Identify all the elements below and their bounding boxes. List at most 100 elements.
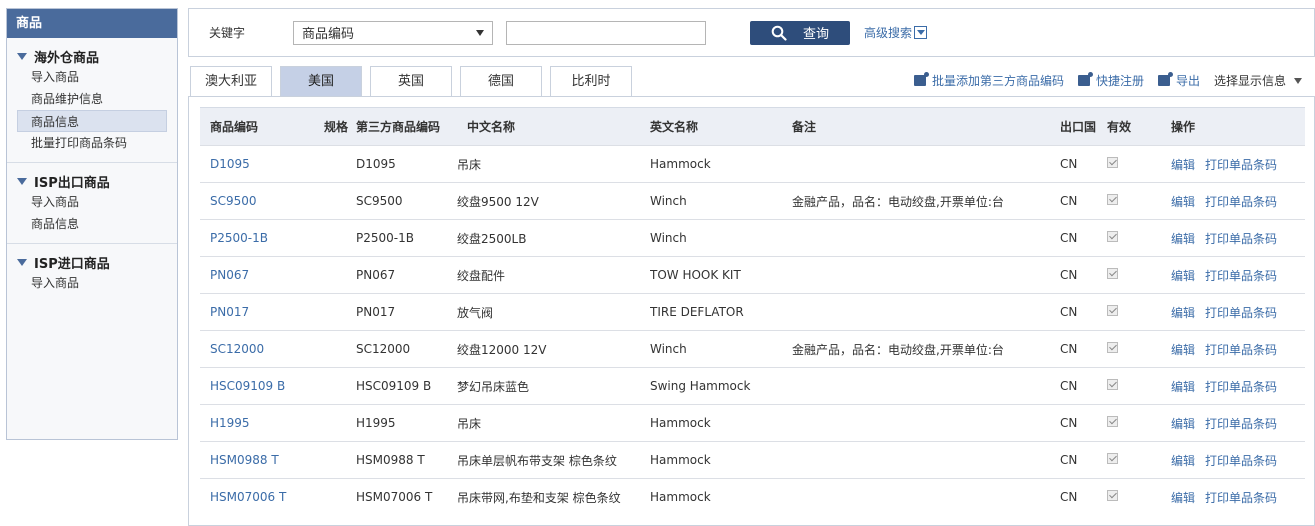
- edit-link[interactable]: 编辑: [1171, 343, 1195, 357]
- sidebar-item-isp-import-import[interactable]: 导入商品: [7, 272, 177, 294]
- cell-third-code-text: PN017: [356, 305, 396, 319]
- cell-en-name: Swing Hammock: [650, 367, 792, 405]
- cell-spec: [324, 404, 356, 442]
- tab-germany[interactable]: 德国: [460, 66, 542, 97]
- tab-uk[interactable]: 英国: [370, 66, 452, 97]
- cell-cn-name: 绞盘9500 12V: [457, 182, 650, 220]
- cell-en-name: TOW HOOK KIT: [650, 256, 792, 294]
- cell-spec: [324, 145, 356, 183]
- cell-code: HSC09109 B: [200, 367, 324, 405]
- cell-code-text[interactable]: P2500-1B: [210, 231, 268, 245]
- tab-belgium[interactable]: 比利时: [550, 66, 632, 97]
- cell-country: CN: [1060, 478, 1107, 516]
- edit-link[interactable]: 编辑: [1171, 158, 1195, 172]
- export-button[interactable]: 导出: [1157, 72, 1200, 89]
- col-header-spec: 规格: [324, 107, 356, 146]
- cell-remark: [792, 478, 1060, 516]
- edit-link[interactable]: 编辑: [1171, 454, 1195, 468]
- print-barcode-link[interactable]: 打印单品条码: [1205, 306, 1277, 320]
- cell-third-code-text: H1995: [356, 416, 396, 430]
- tab-usa[interactable]: 美国: [280, 66, 362, 97]
- sidebar-group-title-isp-export[interactable]: ISP出口商品: [7, 171, 177, 191]
- batch-add-label: 批量添加第三方商品编码: [931, 74, 1064, 88]
- cell-code-text[interactable]: H1995: [210, 416, 250, 430]
- print-barcode-link[interactable]: 打印单品条码: [1205, 380, 1277, 394]
- cell-spec: [324, 219, 356, 257]
- cell-code-text[interactable]: PN017: [210, 305, 249, 319]
- print-barcode-link[interactable]: 打印单品条码: [1205, 417, 1277, 431]
- sidebar-group-title-overseas[interactable]: 海外仓商品: [7, 46, 177, 66]
- cell-remark: [792, 404, 1060, 442]
- edit-link[interactable]: 编辑: [1171, 380, 1195, 394]
- cell-remark: [792, 441, 1060, 479]
- advanced-search-link[interactable]: 高级搜索: [864, 24, 928, 41]
- cell-code-text[interactable]: SC9500: [210, 194, 257, 208]
- print-barcode-link[interactable]: 打印单品条码: [1205, 232, 1277, 246]
- cell-spec: [324, 367, 356, 405]
- print-barcode-link[interactable]: 打印单品条码: [1205, 158, 1277, 172]
- caret-down-icon: [476, 29, 484, 36]
- cell-code: HSM0988 T: [200, 441, 324, 479]
- edit-link[interactable]: 编辑: [1171, 232, 1195, 246]
- table-row: P2500-1B P2500-1B 绞盘2500LB Winch CN 编辑 打印单品条码: [200, 219, 1305, 257]
- print-barcode-link[interactable]: 打印单品条码: [1205, 491, 1277, 505]
- print-barcode-link[interactable]: 打印单品条码: [1205, 343, 1277, 357]
- group-title-label: ISP进口商品: [34, 256, 110, 272]
- cell-code-text[interactable]: D1095: [210, 157, 250, 171]
- search-input[interactable]: [506, 20, 706, 45]
- quick-register-button[interactable]: 快捷注册: [1077, 72, 1144, 89]
- query-button[interactable]: 查询: [750, 20, 850, 45]
- cell-country-text: CN: [1060, 453, 1078, 467]
- cell-country-text: CN: [1060, 194, 1078, 208]
- sidebar-item-isp-export-import[interactable]: 导入商品: [7, 191, 177, 213]
- sidebar-item-batch-print-barcode[interactable]: 批量打印商品条码: [7, 132, 177, 154]
- cell-third-code: PN067: [356, 256, 457, 294]
- display-info-select[interactable]: 选择显示信息: [1214, 72, 1302, 89]
- cell-third-code-text: P2500-1B: [356, 231, 414, 245]
- cell-third-code: HSC09109 B: [356, 367, 457, 405]
- sidebar-group-title-isp-import[interactable]: ISP进口商品: [7, 252, 177, 272]
- cell-country-text: CN: [1060, 305, 1078, 319]
- cell-ops: 编辑 打印单品条码: [1171, 404, 1305, 442]
- cell-spec: [324, 441, 356, 479]
- valid-checkbox: [1107, 157, 1118, 168]
- edit-link[interactable]: 编辑: [1171, 306, 1195, 320]
- cell-country-text: CN: [1060, 379, 1078, 393]
- print-barcode-link[interactable]: 打印单品条码: [1205, 454, 1277, 468]
- cell-code: H1995: [200, 404, 324, 442]
- cell-ops: 编辑 打印单品条码: [1171, 478, 1305, 516]
- edit-link[interactable]: 编辑: [1171, 269, 1195, 283]
- cell-valid: [1107, 219, 1171, 257]
- sidebar-item-import-goods[interactable]: 导入商品: [7, 66, 177, 88]
- cell-code-text[interactable]: HSM0988 T: [210, 453, 279, 467]
- table-header-row: 商品编码 规格 第三方商品编码 中文名称 英文名称 备注 出口国 有效 操作: [200, 107, 1305, 146]
- chevron-down-icon: [914, 26, 928, 39]
- sidebar-item-goods-maintenance[interactable]: 商品维护信息: [7, 88, 177, 110]
- cell-code-text[interactable]: HSM07006 T: [210, 490, 286, 504]
- cell-spec: [324, 256, 356, 294]
- batch-add-third-code-button[interactable]: 批量添加第三方商品编码: [913, 72, 1064, 89]
- cell-valid: [1107, 145, 1171, 183]
- share-icon: [1157, 72, 1173, 86]
- sidebar-group-isp-export: ISP出口商品 导入商品 商品信息: [7, 163, 177, 244]
- search-field-select[interactable]: 商品编码: [293, 20, 493, 45]
- cell-code: D1095: [200, 145, 324, 183]
- edit-link[interactable]: 编辑: [1171, 417, 1195, 431]
- table-row: HSC09109 B HSC09109 B 梦幻吊床蓝色 Swing Hammock C…: [200, 367, 1305, 405]
- sidebar-item-goods-info[interactable]: 商品信息: [17, 110, 167, 132]
- edit-link[interactable]: 编辑: [1171, 195, 1195, 209]
- print-barcode-link[interactable]: 打印单品条码: [1205, 269, 1277, 283]
- edit-link[interactable]: 编辑: [1171, 491, 1195, 505]
- sidebar-item-isp-export-info[interactable]: 商品信息: [7, 213, 177, 235]
- cell-en-name-text: Winch: [650, 194, 687, 208]
- cell-code-text[interactable]: HSC09109 B: [210, 379, 285, 393]
- cell-cn-name: 放气阀: [457, 293, 650, 331]
- display-info-label: 选择显示信息: [1213, 74, 1286, 88]
- cell-ops: 编辑 打印单品条码: [1171, 219, 1305, 257]
- cell-code-text[interactable]: PN067: [210, 268, 249, 282]
- col-header-en-name: 英文名称: [650, 107, 792, 146]
- print-barcode-link[interactable]: 打印单品条码: [1205, 195, 1277, 209]
- cell-code-text[interactable]: SC12000: [210, 342, 264, 356]
- tab-australia[interactable]: 澳大利亚: [190, 66, 272, 97]
- cell-cn-name-text: 绞盘12000 12V: [457, 342, 547, 357]
